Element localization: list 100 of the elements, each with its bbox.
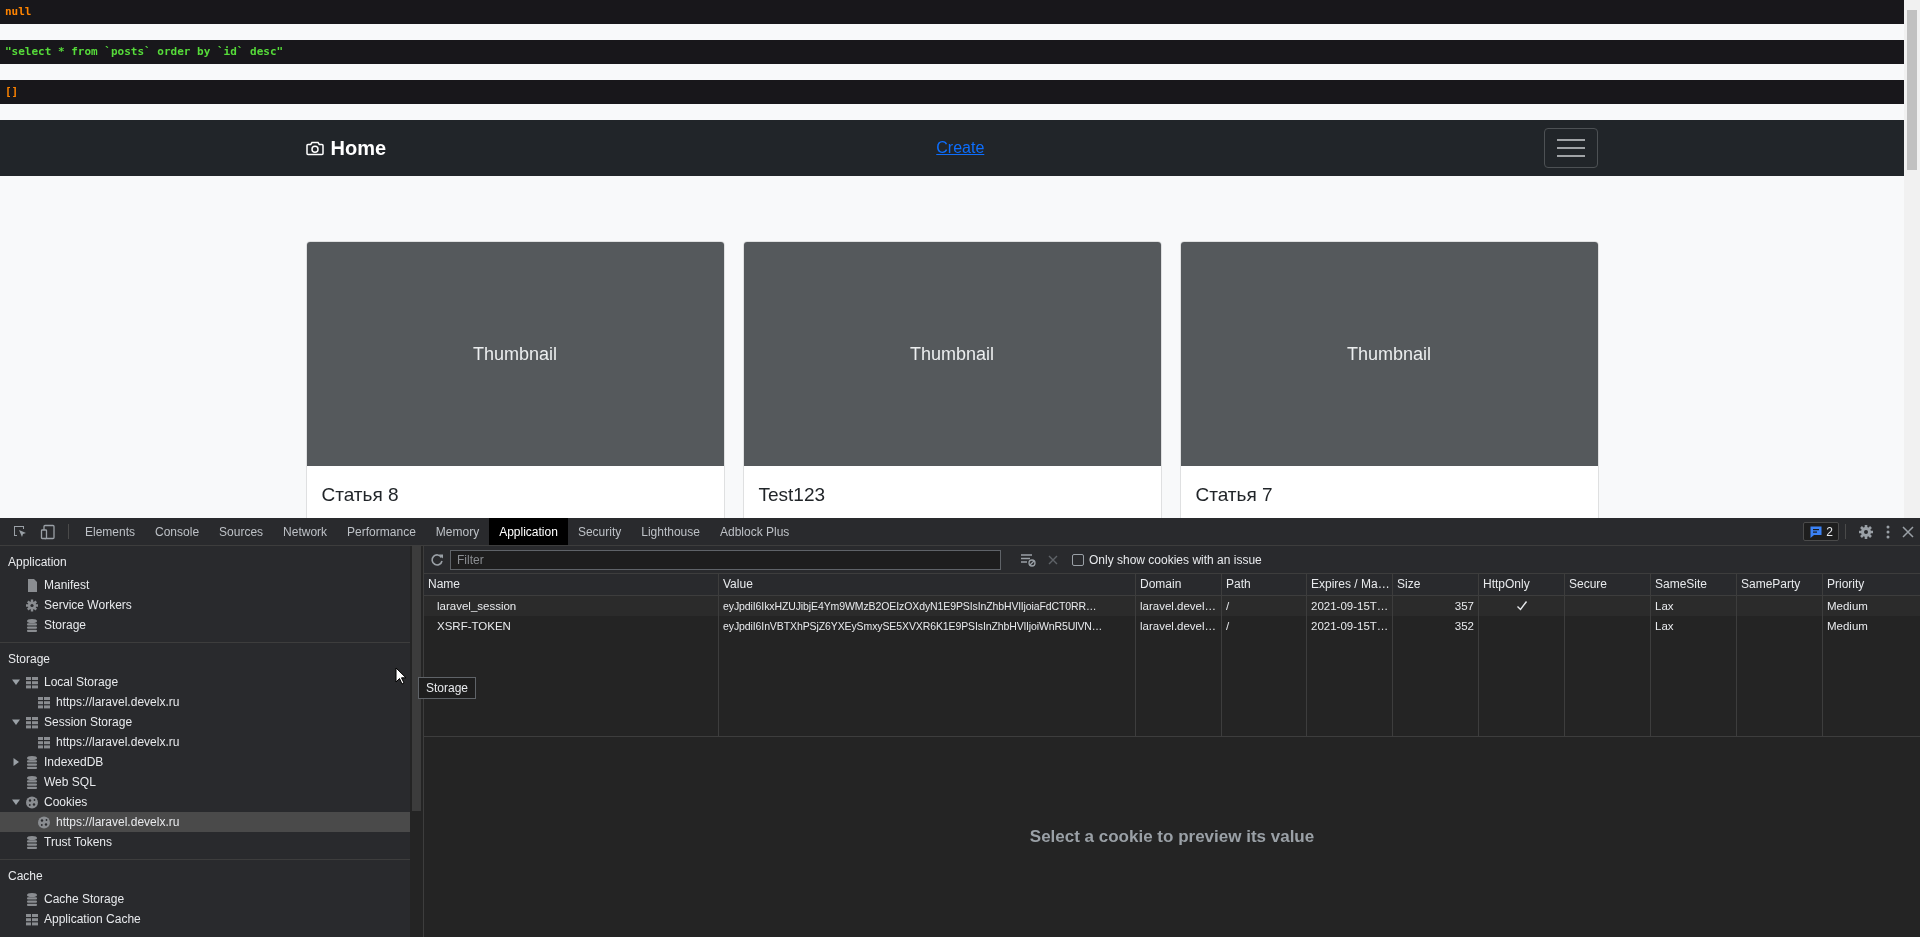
- tree-item[interactable]: Web SQL: [0, 772, 410, 792]
- table-cell: laravel.devel…: [1140, 600, 1217, 612]
- tree-item[interactable]: Trust Tokens: [0, 832, 410, 852]
- column-header[interactable]: Path: [1222, 574, 1307, 595]
- close-icon: [1902, 525, 1914, 538]
- table-cell: Lax: [1655, 620, 1674, 632]
- card-title: Статья 7: [1194, 483, 1274, 506]
- tree-item[interactable]: Application Cache: [0, 909, 410, 929]
- column-header[interactable]: Domain: [1136, 574, 1222, 595]
- table-cell: laravel_session: [437, 600, 517, 612]
- column-header[interactable]: Secure: [1565, 574, 1651, 595]
- tree-item[interactable]: https://laravel.develx.ru: [0, 732, 410, 752]
- table-cell: 2021-09-15T…: [1311, 620, 1389, 632]
- table-cell: Lax: [1655, 600, 1674, 612]
- cursor-icon: [395, 667, 407, 685]
- tab[interactable]: Adblock Plus: [709, 518, 800, 545]
- gear-icon: [25, 597, 39, 613]
- scrollbar[interactable]: [1904, 0, 1920, 518]
- checkbox[interactable]: [1072, 553, 1084, 566]
- column-header[interactable]: Expires / Ma…: [1307, 574, 1393, 595]
- section-heading: Application: [8, 554, 67, 571]
- tree-item[interactable]: Cookies: [0, 792, 410, 812]
- tree-item[interactable]: IndexedDB: [0, 752, 410, 772]
- grid-icon: [25, 674, 39, 690]
- tab[interactable]: Lighthouse: [631, 518, 710, 545]
- grid-icon: [25, 911, 39, 927]
- more-icon: [1886, 524, 1890, 539]
- cookie-icon: [25, 794, 39, 810]
- database-icon: [25, 774, 39, 790]
- column-header[interactable]: Value: [719, 574, 1136, 595]
- tab[interactable]: Security: [567, 518, 632, 545]
- section-heading: Cache: [8, 868, 43, 885]
- table-cell: 2021-09-15T…: [1311, 600, 1389, 612]
- table-cell: laravel.devel…: [1140, 620, 1217, 632]
- filter-field[interactable]: Filter: [450, 549, 1001, 570]
- tree-item[interactable]: Cache Storage: [0, 889, 410, 909]
- table-cell: Medium: [1827, 600, 1868, 612]
- cookie-icon: [37, 814, 51, 830]
- debug-output: "select * from `posts` order by `id` desc": [0, 40, 1904, 64]
- menu-icon: [1556, 137, 1587, 159]
- table-cell: eyJpdiI6InVBTXhPSjZ6YXEySmxySE5XVXR6K1E9PSIsInZhbHVlIjoiWnR5UlVN…: [723, 620, 1103, 632]
- grid-icon: [37, 734, 51, 750]
- card-title: Test123: [757, 483, 827, 506]
- debug-output: []: [0, 80, 1904, 104]
- brand-link[interactable]: Home: [305, 136, 387, 160]
- checkbox-label: Only show cookies with an issue: [1089, 552, 1262, 567]
- table-cell: 357: [1454, 600, 1474, 612]
- message-icon: [1809, 524, 1824, 539]
- tab[interactable]: Memory: [425, 518, 490, 545]
- file-icon: [25, 577, 39, 593]
- thumbnail: Thumbnail: [743, 242, 1161, 466]
- tree-item[interactable]: Local Storage: [0, 672, 410, 692]
- tab[interactable]: Sources: [209, 518, 274, 545]
- preview-message: Select a cookie to preview its value: [1029, 827, 1315, 847]
- tree-item[interactable]: Service Workers: [0, 595, 410, 615]
- settings-icon: [1858, 523, 1874, 540]
- issues-button[interactable]: 2: [1803, 522, 1839, 541]
- tree-item[interactable]: Storage: [0, 615, 410, 635]
- database-icon: [25, 754, 39, 770]
- grid-icon: [37, 694, 51, 710]
- tree-item[interactable]: Session Storage: [0, 712, 410, 732]
- tab[interactable]: Console: [145, 518, 210, 545]
- table-cell: /: [1226, 600, 1230, 612]
- table-cell: XSRF-TOKEN: [437, 620, 511, 632]
- grid-icon: [25, 714, 39, 730]
- section-heading: Storage: [8, 651, 51, 668]
- tree-item[interactable]: https://laravel.develx.ru: [0, 812, 410, 832]
- table-cell: eyJpdiI6IkxHZUJibjE4Ym9WMzB2OEIzOXdyN1E9PSIsInZhbHVlIjoiaFdCT0RR…: [723, 600, 1097, 612]
- close-icon: [1048, 554, 1058, 565]
- column-header[interactable]: HttpOnly: [1479, 574, 1565, 595]
- tree-item[interactable]: Manifest: [0, 575, 410, 595]
- card-title: Статья 8: [320, 483, 400, 506]
- column-header[interactable]: Size: [1393, 574, 1479, 595]
- refresh-icon: [430, 552, 444, 567]
- column-header[interactable]: SameSite: [1651, 574, 1737, 595]
- table-row[interactable]: XSRF-TOKEN eyJpdiI6InVBTXhPSjZ6YXEySmxySE5XVXR6K1E9PSIsInZhbHVlIjoiWnR5UlVN… laravel.devel… / 2021-09-15T… 352 Lax Medium: [424, 616, 1920, 636]
- issues-count: 2: [1826, 524, 1833, 539]
- database-icon: [25, 617, 39, 633]
- table-cell: Medium: [1827, 620, 1868, 632]
- thumbnail: Thumbnail: [306, 242, 724, 466]
- debug-output: null: [0, 0, 1904, 24]
- table-row[interactable]: laravel_session eyJpdiI6IkxHZUJibjE4Ym9WMzB2OEIzOXdyN1E9PSIsInZhbHVlIjoiaFdCT0RR… laravel.devel… / 2021-09-15T… 357 Lax Medium: [424, 596, 1920, 616]
- tooltip: Storage: [418, 677, 477, 699]
- column-header[interactable]: Name: [424, 574, 719, 595]
- device-icon: [40, 523, 56, 540]
- table-cell: 352: [1454, 620, 1474, 632]
- thumbnail: Thumbnail: [1180, 242, 1598, 466]
- tree-item[interactable]: https://laravel.develx.ru: [0, 692, 410, 712]
- tab[interactable]: Application: [489, 518, 568, 545]
- camera-icon: [305, 140, 324, 156]
- menu-button[interactable]: [1544, 128, 1599, 168]
- tab[interactable]: Network: [273, 518, 338, 545]
- tab[interactable]: Performance: [337, 518, 426, 545]
- filter-clear-icon: [1020, 552, 1036, 567]
- column-header[interactable]: SameParty: [1737, 574, 1823, 595]
- tab[interactable]: Elements: [75, 518, 146, 545]
- database-icon: [25, 891, 39, 907]
- column-header[interactable]: Priority: [1823, 574, 1920, 595]
- database-icon: [25, 834, 39, 850]
- table-cell: /: [1226, 620, 1230, 632]
